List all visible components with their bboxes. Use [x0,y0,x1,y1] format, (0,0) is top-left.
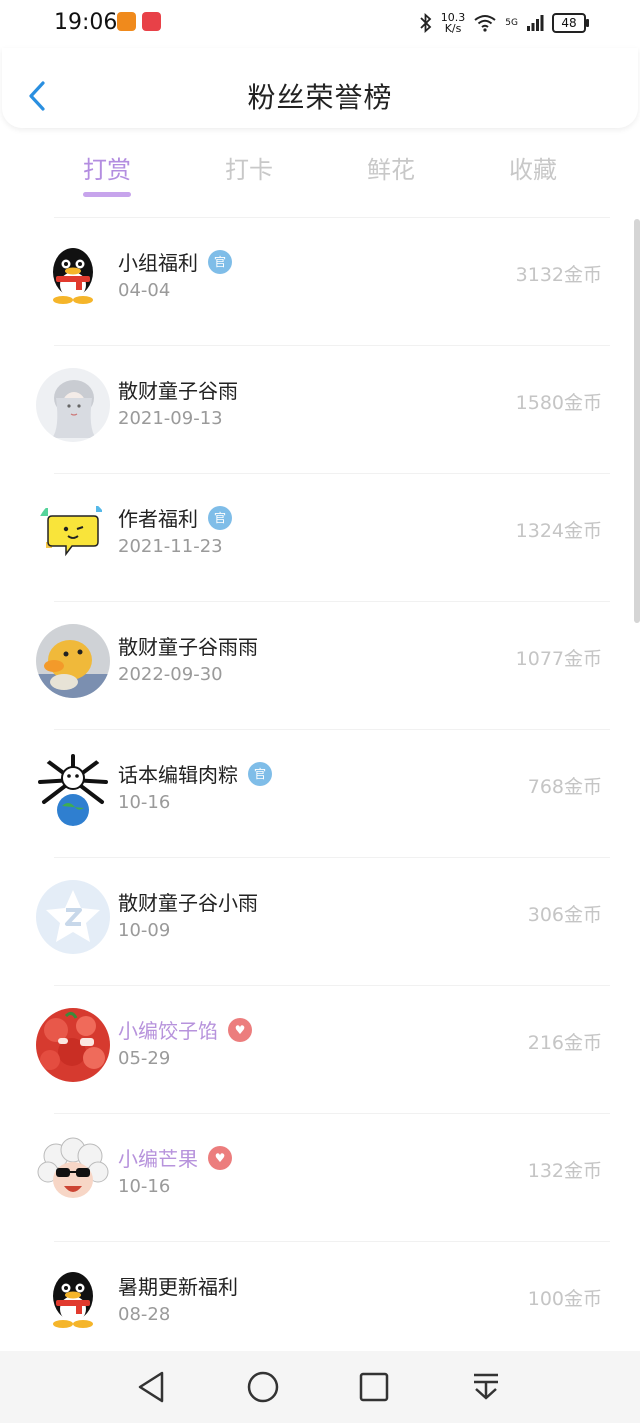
status-indicators: 10.3 K/s 5G 48 [419,10,589,36]
wifi-icon [474,15,496,32]
user-name: 暑期更新福利 [118,1275,238,1299]
signal-icon [527,15,544,31]
list-item[interactable]: 小编饺子馅 ♥ 05-29 216金币 [0,985,640,1113]
user-name: 散财童子谷雨雨 [118,635,258,659]
chat-bubble-avatar[interactable] [36,496,110,570]
user-name: 小编芒果 [118,1147,198,1171]
app-notification-icon [142,12,161,31]
divider [54,729,610,730]
tab-flowers[interactable]: 鲜花 [331,150,451,185]
official-badge: 官 [248,761,272,786]
penguin-avatar[interactable] [36,1264,110,1338]
tab-checkin[interactable]: 打卡 [189,150,309,185]
page-title: 粉丝荣誉榜 [247,81,393,114]
reward-date: 05-29 [118,1048,171,1069]
list-item[interactable]: 作者福利 官 2021-11-23 1324金币 [0,473,640,601]
list-item[interactable]: 散财童子谷雨雨 2022-09-30 1077金币 [0,601,640,729]
reward-date: 10-09 [118,920,171,941]
coin-amount: 306金币 [527,904,602,926]
coin-amount: 1324金币 [515,520,602,542]
coin-amount: 100金币 [527,1288,602,1310]
pull-down-icon[interactable] [466,1367,506,1407]
official-badge: 官 [208,249,232,274]
sheep-sunglasses-avatar[interactable] [36,1136,110,1210]
user-name: 小组福利 [118,251,198,275]
reward-date: 2022-09-30 [118,664,223,685]
fan-ranking-list: 小组福利 官 04-04 3132金币 散财童子谷雨 2021-09-13 15… [0,217,640,1351]
bluetooth-icon [420,13,432,33]
coin-amount: 3132金币 [515,264,602,286]
top-app-bar: 粉丝荣誉榜 [2,48,638,128]
divider [54,1113,610,1114]
status-bar: 19:06 10.3 K/s 5G 48 [0,0,640,48]
divider [54,857,610,858]
yellow-duck-avatar[interactable] [36,624,110,698]
name-line: 暑期更新福利 [118,1271,238,1300]
triangle-back-icon[interactable] [132,1367,172,1407]
list-item[interactable]: 小组福利 官 04-04 3132金币 [0,217,640,345]
anime-girl-avatar[interactable] [36,368,110,442]
network-type: 5G [505,18,518,28]
reward-date: 2021-11-23 [118,536,223,557]
name-line: 作者福利 官 [118,503,232,532]
reward-date: 10-16 [118,792,171,813]
editor-diamond-badge: ♥ [228,1017,252,1042]
strawberry-avatar[interactable] [36,1008,110,1082]
scrollbar[interactable] [634,219,640,623]
coin-amount: 1580金币 [515,392,602,414]
reward-date: 2021-09-13 [118,408,223,429]
video-app-notification-icon [117,12,136,31]
penguin-avatar[interactable] [36,240,110,314]
name-line: 小编饺子馅 ♥ [118,1015,252,1044]
network-speed: 10.3 K/s [441,12,466,34]
reward-date: 04-04 [118,280,171,301]
cartoon-earth-avatar[interactable] [36,752,110,826]
coin-amount: 132金币 [527,1160,602,1182]
user-name: 散财童子谷小雨 [118,891,258,915]
circle-home-icon[interactable] [243,1367,283,1407]
divider [54,345,610,346]
list-item[interactable]: 散财童子谷小雨 10-09 306金币 [0,857,640,985]
coin-amount: 768金币 [527,776,602,798]
official-badge: 官 [208,505,232,530]
coin-amount: 1077金币 [515,648,602,670]
divider [54,601,610,602]
divider [54,1241,610,1242]
status-time: 19:06 [54,10,118,35]
network-speed-unit: K/s [444,22,462,35]
name-line: 话本编辑肉粽 官 [118,759,272,788]
tab-favorites[interactable]: 收藏 [473,150,593,185]
square-recent-icon[interactable] [354,1367,394,1407]
divider [54,217,610,218]
reward-date: 08-28 [118,1304,171,1325]
default-avatar[interactable] [36,880,110,954]
name-line: 小编芒果 ♥ [118,1143,232,1172]
divider [54,473,610,474]
user-name: 小编饺子馅 [118,1019,218,1043]
list-item[interactable]: 小编芒果 ♥ 10-16 132金币 [0,1113,640,1241]
user-name: 散财童子谷雨 [118,379,238,403]
list-item[interactable]: 暑期更新福利 08-28 100金币 [0,1241,640,1351]
list-item[interactable]: 话本编辑肉粽 官 10-16 768金币 [0,729,640,857]
battery-indicator: 48 [552,13,589,33]
divider [54,985,610,986]
reward-date: 10-16 [118,1176,171,1197]
system-navigation-bar [0,1351,640,1423]
coin-amount: 216金币 [527,1032,602,1054]
name-line: 散财童子谷小雨 [118,887,258,916]
list-item[interactable]: 散财童子谷雨 2021-09-13 1580金币 [0,345,640,473]
name-line: 散财童子谷雨 [118,375,238,404]
tab-bar: 打赏 打卡 鲜花 收藏 [0,150,640,202]
editor-diamond-badge: ♥ [208,1145,232,1170]
user-name: 话本编辑肉粽 [118,763,238,787]
user-name: 作者福利 [118,507,198,531]
name-line: 小组福利 官 [118,247,232,276]
name-line: 散财童子谷雨雨 [118,631,258,660]
active-tab-indicator [83,192,131,197]
tab-reward[interactable]: 打赏 [47,150,167,185]
